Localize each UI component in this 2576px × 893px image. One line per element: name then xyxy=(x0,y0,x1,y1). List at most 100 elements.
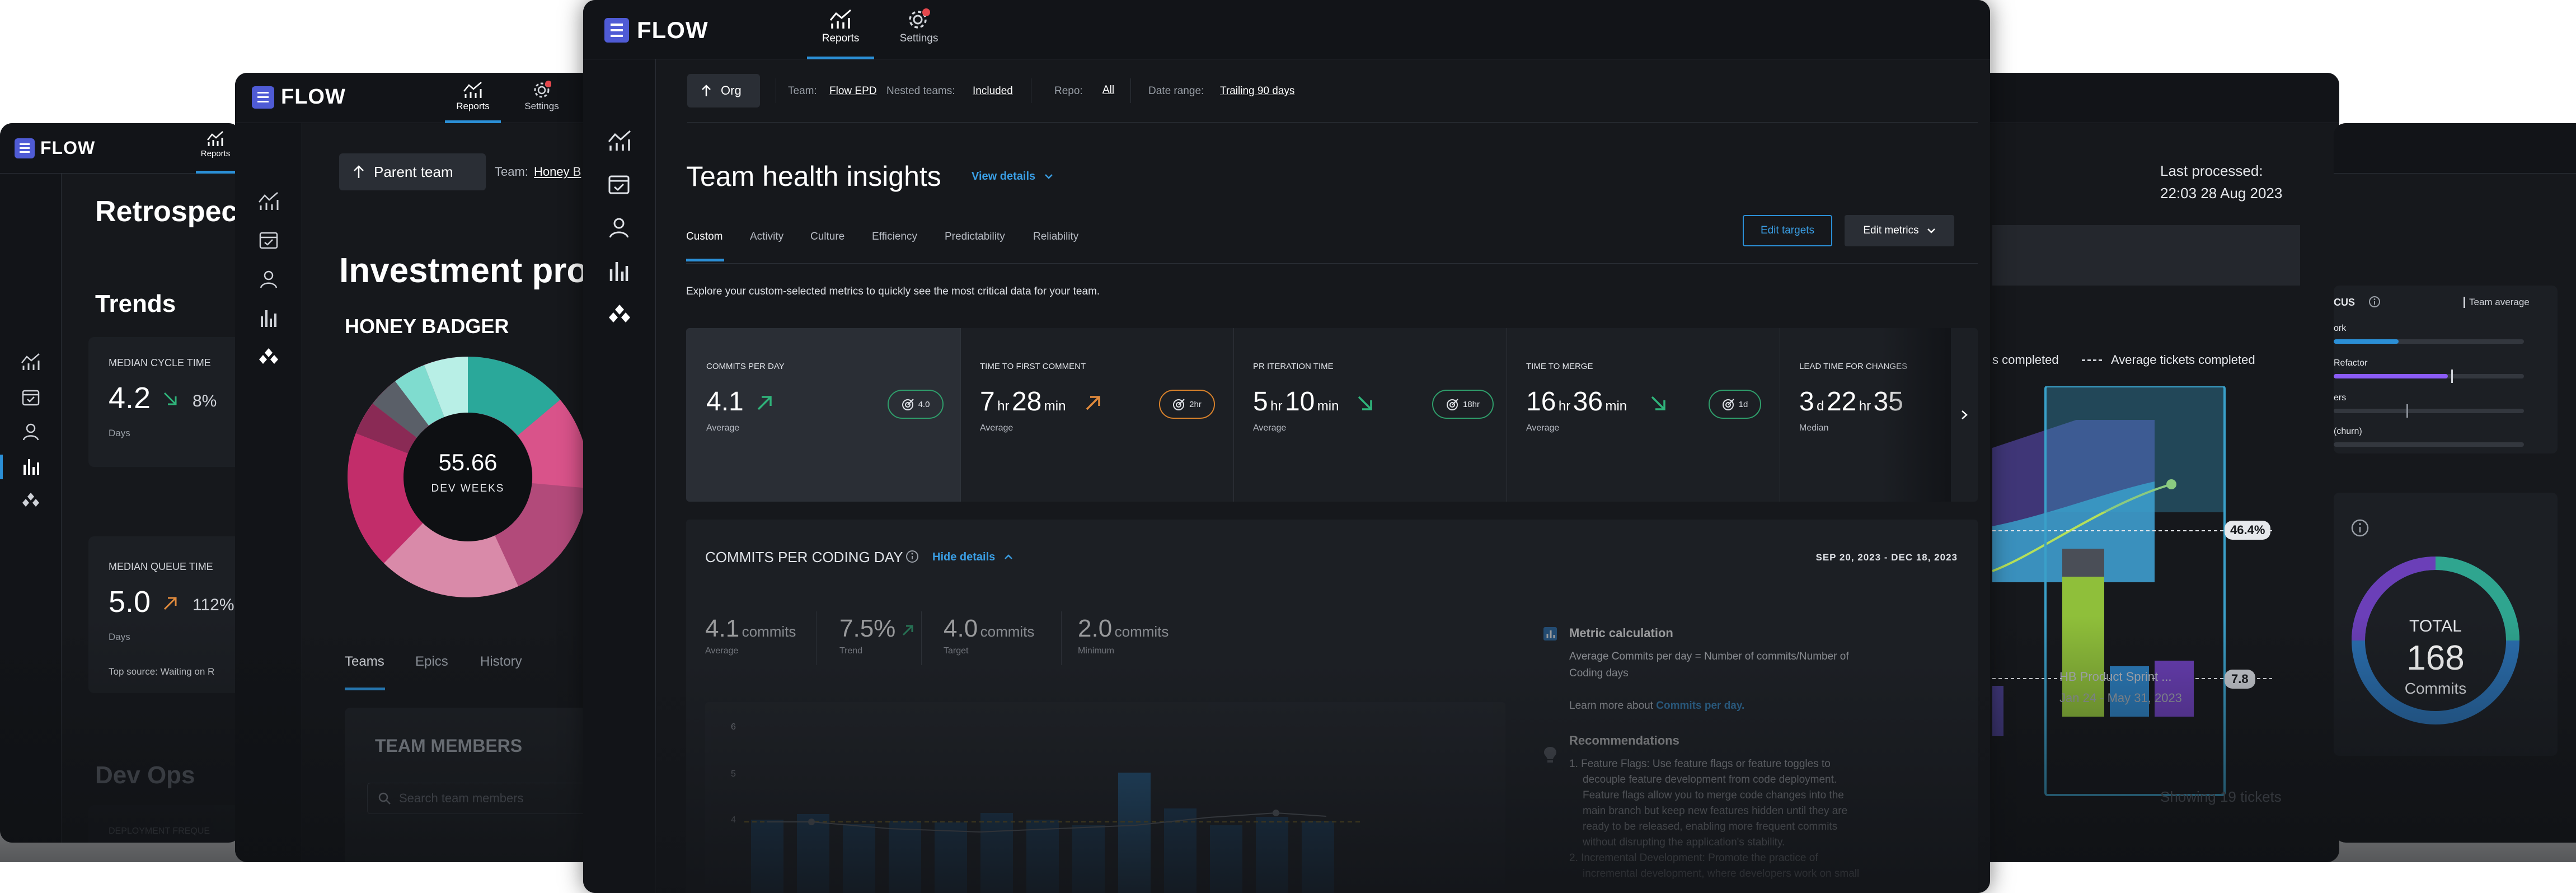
investment-title: Investment prof xyxy=(339,251,593,290)
nested-filter-value[interactable]: Included xyxy=(973,85,1013,97)
diamonds-icon[interactable] xyxy=(607,303,632,324)
metric-unit: min xyxy=(1317,399,1339,414)
repo-filter-value[interactable]: All xyxy=(1102,84,1114,96)
search-team-members-input[interactable]: Search team members xyxy=(367,783,593,814)
team-value-link[interactable]: Honey B xyxy=(534,165,581,179)
trend-up-green-icon xyxy=(902,625,913,636)
info-icon[interactable] xyxy=(2368,296,2381,308)
target-badge: 2hr xyxy=(1159,390,1215,419)
chevron-right-icon xyxy=(1962,410,1968,419)
stat-divider xyxy=(1061,611,1062,665)
chevron-down-icon xyxy=(1044,174,1053,179)
avg-badge: 7.8 xyxy=(2225,670,2255,689)
hide-details-link[interactable]: Hide details xyxy=(932,551,1013,564)
target-icon xyxy=(1446,399,1458,410)
info-icon[interactable] xyxy=(905,550,919,563)
metric-number: 22 xyxy=(1826,387,1857,417)
investment-donut-chart[interactable] xyxy=(345,354,591,600)
trend-up-orange-icon xyxy=(1086,396,1100,410)
diamonds-icon[interactable] xyxy=(257,347,280,365)
sidebar-active-indicator xyxy=(0,455,3,479)
reports-icon[interactable] xyxy=(20,352,41,371)
bar-chart-icon[interactable] xyxy=(21,457,40,476)
flow-logo[interactable]: FLOW xyxy=(15,138,95,158)
legend-average: Average tickets completed xyxy=(2111,353,2255,367)
tab-reports[interactable]: Reports xyxy=(445,81,501,123)
tab-epics[interactable]: Epics xyxy=(415,654,448,670)
tab-teams[interactable]: Teams xyxy=(345,654,384,670)
total-value: 168 xyxy=(2406,639,2465,677)
parent-team-button[interactable]: Parent team xyxy=(339,153,486,190)
metric-unit: hr xyxy=(1558,399,1571,414)
bar-chart-icon[interactable] xyxy=(608,260,630,282)
edit-targets-button[interactable]: Edit targets xyxy=(1743,215,1832,246)
calendar-check-icon[interactable] xyxy=(259,230,279,250)
tab-reports[interactable]: Reports xyxy=(807,8,874,59)
tab-predictability[interactable]: Predictability xyxy=(945,231,1005,243)
metric-calc-text: Coding days xyxy=(1569,667,1629,679)
investment-sidebar xyxy=(235,123,302,862)
stat-label: Average xyxy=(705,646,739,656)
person-icon[interactable] xyxy=(21,422,40,441)
deployment-label: DEPLOYMENT FREQUE xyxy=(109,826,210,836)
tab-culture[interactable]: Culture xyxy=(810,231,844,243)
reports-icon[interactable] xyxy=(257,190,280,211)
metric-label: TIME TO FIRST COMMENT xyxy=(980,362,1086,371)
tab-reliability[interactable]: Reliability xyxy=(1033,231,1078,243)
flow-logo[interactable]: FLOW xyxy=(252,85,346,109)
detail-date-range: SEP 20, 2023 - DEC 18, 2023 xyxy=(1815,552,1958,563)
org-button[interactable]: Org xyxy=(687,74,760,107)
detail-panel: COMMITS PER CODING DAY Hide details SEP … xyxy=(686,520,1978,893)
calendar-check-icon[interactable] xyxy=(21,387,40,406)
bar-chart-icon[interactable] xyxy=(259,308,279,328)
arrow-up-icon xyxy=(702,85,711,96)
metric-card-time-to-merge[interactable]: TIME TO MERGE 16 hr 36 min Average 1d xyxy=(1507,328,1780,502)
focus-row-label: (churn) xyxy=(2334,427,2362,436)
reports-icon xyxy=(463,82,482,98)
diamonds-icon[interactable] xyxy=(20,492,41,508)
focus-card: CUS Team average ork Refactor ers (churn… xyxy=(2334,286,2558,453)
scroll-right-button[interactable] xyxy=(1951,328,1978,502)
metric-card-lead-time[interactable]: LEAD TIME FOR CHANGES 3 d 22 hr 35 Media… xyxy=(1780,328,1978,502)
edit-metrics-button[interactable]: Edit metrics xyxy=(1845,215,1954,246)
learn-more-link[interactable]: Commits per day. xyxy=(1656,700,1744,712)
view-details-link[interactable]: View details xyxy=(972,170,1053,183)
tab-settings[interactable]: Settings xyxy=(885,8,952,59)
queue-time-card[interactable]: MEDIAN QUEUE TIME 5.0 112% Days Top sour… xyxy=(88,536,241,693)
metric-sub: Average xyxy=(980,423,1013,433)
retro-topbar: FLOW Reports xyxy=(0,123,241,174)
reco-line: incremental development, where developer… xyxy=(1583,868,1860,880)
team-filter-value[interactable]: Flow EPD xyxy=(829,85,876,97)
tab-history[interactable]: History xyxy=(480,654,522,670)
focus-topbar xyxy=(2334,123,2576,174)
person-icon[interactable] xyxy=(608,216,630,239)
total-commits-card: TOTAL 168 Commits xyxy=(2334,493,2558,756)
target-badge-value: 1d xyxy=(1738,399,1748,409)
info-icon[interactable] xyxy=(2350,518,2369,537)
tab-reports[interactable]: Reports xyxy=(196,130,235,174)
metric-card-commits-per-day[interactable]: COMMITS PER DAY 4.1 Average 4.0 xyxy=(686,328,960,502)
page-description: Explore your custom-selected metrics to … xyxy=(686,286,1100,297)
deployment-card[interactable]: DEPLOYMENT FREQUE xyxy=(88,805,241,843)
date-filter-value[interactable]: Trailing 90 days xyxy=(1220,85,1294,97)
trend-down-green-icon xyxy=(1651,396,1665,410)
tab-custom[interactable]: Custom xyxy=(686,231,722,243)
calendar-check-icon[interactable] xyxy=(608,172,630,195)
sprint-chart[interactable] xyxy=(1992,386,2328,801)
flow-logo[interactable]: FLOW xyxy=(604,17,708,44)
reco-line: without disrupting the application's sta… xyxy=(1583,836,1785,848)
person-icon[interactable] xyxy=(259,269,279,289)
cycle-time-card[interactable]: MEDIAN CYCLE TIME 4.2 8% Days xyxy=(88,337,241,467)
tab-activity[interactable]: Activity xyxy=(750,231,783,243)
tab-settings[interactable]: Settings xyxy=(514,81,570,123)
metric-number: 4.1 xyxy=(706,387,744,417)
metric-card-time-to-first-comment[interactable]: TIME TO FIRST COMMENT 7 hr 28 min Averag… xyxy=(961,328,1233,502)
metric-number: 3 xyxy=(1799,387,1814,417)
reports-icon[interactable] xyxy=(607,129,632,151)
sprint-window: Last processed: 22:03 28 Aug 2023 s comp… xyxy=(1948,73,2339,862)
commits-bar-chart[interactable] xyxy=(744,702,1494,893)
metric-card-pr-iteration-time[interactable]: PR ITERATION TIME 5 hr 10 min Average 18… xyxy=(1234,328,1507,502)
focus-row-track xyxy=(2334,374,2524,378)
tab-efficiency[interactable]: Efficiency xyxy=(872,231,917,243)
stat-label: Target xyxy=(944,646,969,656)
